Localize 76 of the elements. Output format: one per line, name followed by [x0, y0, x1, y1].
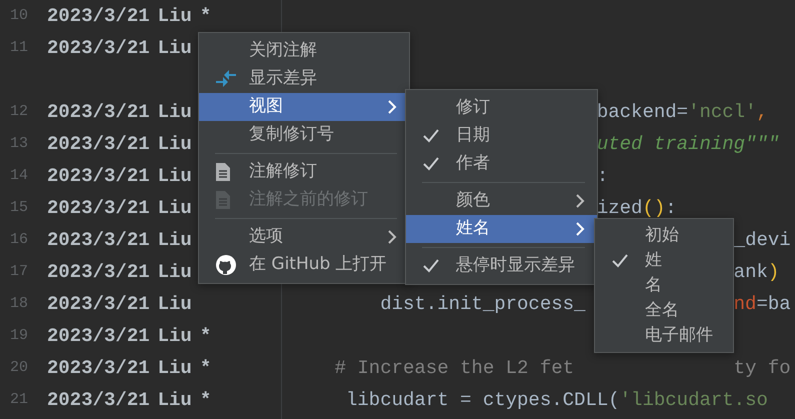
chevron-right-icon — [387, 99, 397, 115]
annotation-author: Liu — [158, 356, 192, 381]
code-text: dist.init_process_ — [380, 292, 586, 317]
annotation-author: Liu — [158, 228, 192, 253]
line-number: 13 — [9, 134, 30, 154]
annotation-author: Liu — [158, 4, 192, 29]
code-text: nd=ba — [734, 292, 791, 317]
line-number: 21 — [9, 390, 30, 410]
line-number: 19 — [9, 326, 30, 346]
menu-item[interactable]: 选项 — [199, 223, 409, 251]
menu-item[interactable]: 关闭注解 — [199, 37, 409, 65]
annotation-author: Liu — [158, 100, 192, 125]
annotation-date: 2023/3/21 — [47, 36, 150, 61]
menu-item[interactable]: 作者 — [406, 150, 597, 178]
chevron-right-icon — [387, 229, 397, 245]
annotation-author: Liu — [158, 260, 192, 285]
line-number: 16 — [9, 230, 30, 250]
menu-item[interactable]: 在 GitHub 上打开 — [199, 251, 409, 279]
menu-item[interactable]: 电子邮件 — [595, 323, 733, 348]
menu-item[interactable]: 复制修订号 — [199, 121, 409, 149]
code-text: # Increase the L2 fet — [334, 356, 574, 381]
document-icon — [215, 162, 231, 182]
code-text: backend='nccl', — [596, 100, 768, 125]
modified-mark: * — [200, 388, 212, 413]
modified-mark: * — [200, 324, 212, 349]
line-number: 11 — [9, 38, 30, 58]
github-icon — [215, 254, 237, 276]
menu-item[interactable]: 姓名 — [406, 215, 597, 243]
line-number: 10 — [9, 6, 30, 26]
chevron-right-icon — [575, 193, 585, 209]
menu-item[interactable]: 显示差异 — [199, 65, 409, 93]
menu-item[interactable]: 修订 — [406, 94, 597, 122]
annotation-date: 2023/3/21 — [47, 356, 150, 381]
document-icon — [215, 190, 231, 210]
annotation-author: Liu — [158, 388, 192, 413]
line-number: 15 — [9, 198, 30, 218]
line-number: 14 — [9, 166, 30, 186]
annotation-date: 2023/3/21 — [47, 292, 150, 317]
annotation-author: Liu — [158, 292, 192, 317]
annotation-date: 2023/3/21 — [47, 164, 150, 189]
line-number: 18 — [9, 294, 30, 314]
menu-item[interactable]: 颜色 — [406, 187, 597, 215]
line-number: 17 — [9, 262, 30, 282]
annotation-author: Liu — [158, 196, 192, 221]
menu-item[interactable]: 注解修订 — [199, 158, 409, 186]
modified-mark: * — [200, 4, 212, 29]
annotation-date: 2023/3/21 — [47, 228, 150, 253]
code-text: ty fo — [734, 356, 791, 381]
annotation-author: Liu — [158, 36, 192, 61]
code-text: ank) — [734, 260, 780, 285]
menu-item[interactable]: 名 — [595, 273, 733, 298]
line-number: 20 — [9, 358, 30, 378]
annotation-date: 2023/3/21 — [47, 324, 150, 349]
menu-item[interactable]: 日期 — [406, 122, 597, 150]
menu-item[interactable]: 悬停时显示差异 — [406, 252, 597, 280]
annotation-date: 2023/3/21 — [47, 196, 150, 221]
chevron-right-icon — [575, 221, 585, 237]
annotation-date: 2023/3/21 — [47, 100, 150, 125]
menu-item[interactable]: 初始 — [595, 223, 733, 248]
annotation-date: 2023/3/21 — [47, 388, 150, 413]
code-text: uted training""" — [596, 132, 780, 157]
annotation-author: Liu — [158, 132, 192, 157]
line-number: 12 — [9, 102, 30, 122]
menu-item[interactable]: 全名 — [595, 298, 733, 323]
annotation-date: 2023/3/21 — [47, 4, 150, 29]
annotation-date: 2023/3/21 — [47, 260, 150, 285]
annotation-author: Liu — [158, 324, 192, 349]
diff-arrows-icon — [215, 69, 237, 89]
modified-mark: * — [200, 356, 212, 381]
code-text: _devi — [734, 228, 791, 253]
code-text: ized(): — [596, 196, 677, 221]
menu-item[interactable]: 姓 — [595, 248, 733, 273]
annotation-author: Liu — [158, 164, 192, 189]
code-text: : — [596, 164, 608, 189]
code-text: libcudart = ctypes.CDLL('libcudart.so — [346, 388, 768, 413]
annotation-date: 2023/3/21 — [47, 132, 150, 157]
